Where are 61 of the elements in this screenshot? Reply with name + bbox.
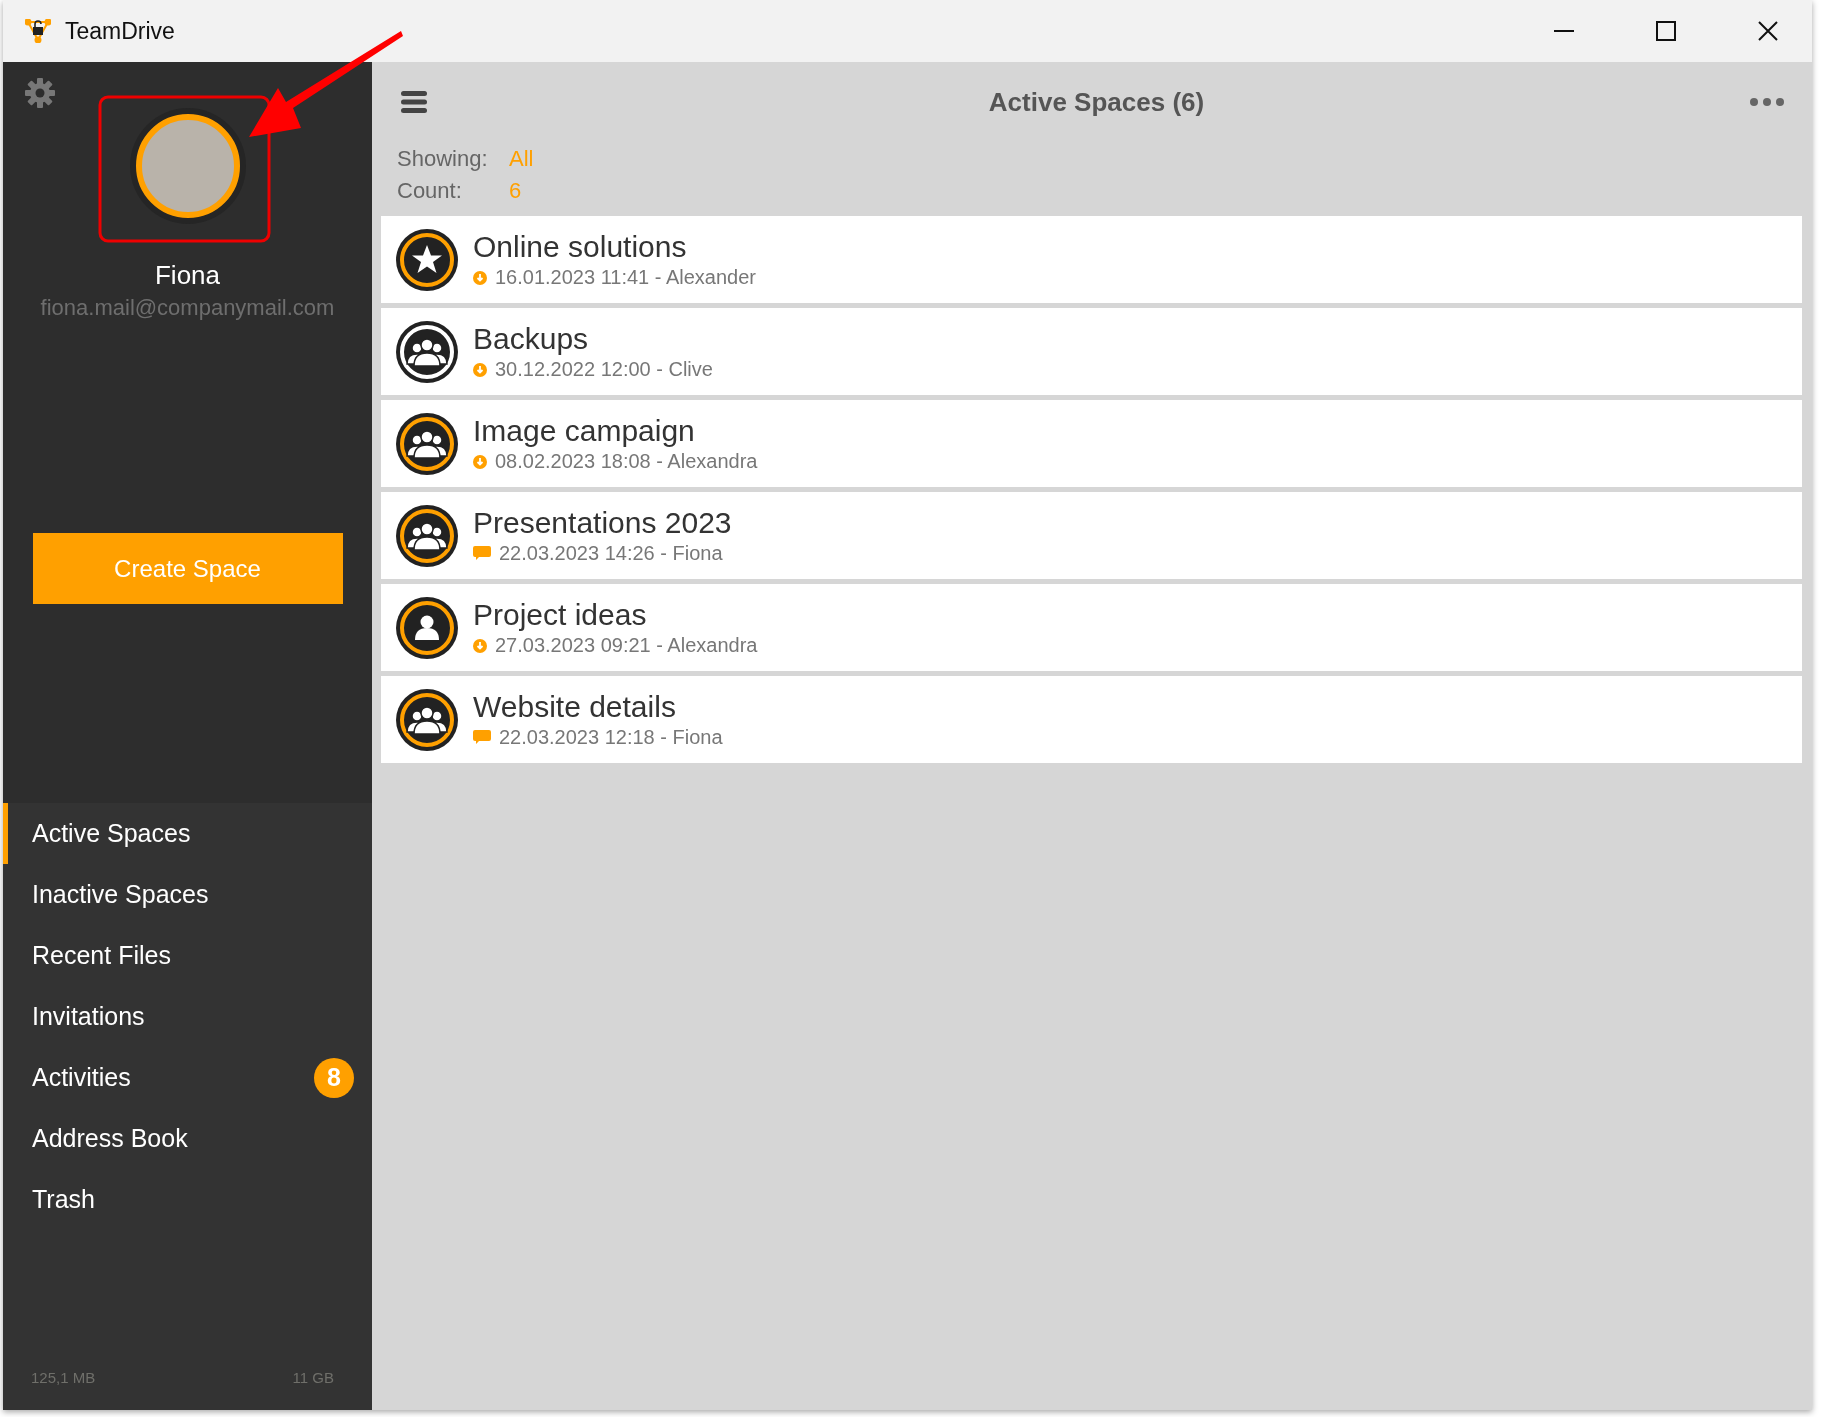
nav-label: Address Book (32, 1124, 188, 1153)
nav-label: Trash (32, 1185, 95, 1214)
nav-label: Recent Files (32, 941, 171, 970)
space-row[interactable]: Website details 22.03.2023 12:18 - Fiona (381, 676, 1802, 763)
nav-label: Invitations (32, 1002, 145, 1031)
space-meta: 08.02.2023 18:08 - Alexandra (495, 450, 758, 473)
space-icon (395, 319, 459, 384)
space-icon (395, 595, 459, 660)
space-meta: 16.01.2023 11:41 - Alexander (495, 266, 756, 289)
showing-label: Showing: (397, 146, 489, 172)
space-name: Website details (473, 690, 677, 724)
download-icon (473, 362, 487, 377)
download-icon (473, 454, 487, 469)
profile-name: Fiona (154, 260, 220, 291)
nav-item[interactable]: Invitations (3, 986, 372, 1047)
space-row[interactable]: Presentations 2023 22.03.2023 14:26 - Fiona (381, 492, 1802, 579)
comment-icon (473, 730, 491, 745)
download-icon (473, 270, 487, 285)
nav-item[interactable]: Address Book (3, 1108, 372, 1169)
space-meta: 22.03.2023 12:18 - Fiona (499, 726, 723, 749)
nav-label: Activities (32, 1063, 131, 1092)
nav-item[interactable]: Inactive Spaces (3, 864, 372, 925)
space-icon (395, 227, 459, 292)
space-name: Presentations 2023 (473, 506, 732, 540)
space-name: Image campaign (473, 414, 696, 448)
count-value: 6 (509, 178, 523, 204)
minimize-icon (1554, 30, 1574, 32)
space-row[interactable]: Image campaign 08.02.2023 18:08 - Alexandra (381, 400, 1802, 487)
storage-total: 11 GB (292, 1369, 334, 1386)
app-logo-icon (25, 19, 51, 43)
nav-item[interactable]: Trash (3, 1169, 372, 1230)
space-name: Online solutions (473, 230, 688, 264)
nav-label: Inactive Spaces (32, 880, 209, 909)
storage-used: 125,1 MB (31, 1369, 96, 1386)
space-meta: 27.03.2023 09:21 - Alexandra (495, 634, 758, 657)
space-name: Backups (473, 322, 590, 356)
menu-icon[interactable] (401, 91, 427, 113)
close-icon (1758, 21, 1778, 41)
space-meta: 22.03.2023 14:26 - Fiona (499, 542, 723, 565)
avatar-photo-placeholder[interactable] (135, 114, 240, 218)
space-meta: 30.12.2022 12:00 - Clive (495, 358, 713, 381)
more-icon[interactable] (1750, 98, 1784, 106)
page-title: Active Spaces (6) (987, 86, 1206, 118)
settings-icon[interactable] (25, 78, 55, 108)
space-row[interactable]: Online solutions 16.01.2023 11:41 - Alexander (381, 216, 1802, 303)
space-row[interactable]: Backups 30.12.2022 12:00 - Clive (381, 308, 1802, 395)
nav-label: Active Spaces (32, 819, 191, 848)
space-icon (395, 411, 459, 476)
nav-item[interactable]: Recent Files (3, 925, 372, 986)
space-icon (395, 503, 459, 568)
count-label: Count: (397, 178, 463, 204)
download-icon (473, 638, 487, 653)
window-title: TeamDrive (65, 17, 176, 45)
space-row[interactable]: Project ideas 27.03.2023 09:21 - Alexandra (381, 584, 1802, 671)
space-icon (395, 687, 459, 752)
nav-item[interactable]: Activities 8 (3, 1047, 372, 1108)
comment-icon (473, 546, 491, 561)
space-name: Project ideas (473, 598, 648, 632)
maximize-icon (1656, 21, 1676, 41)
profile-email: fiona.mail@companymail.com (40, 295, 335, 321)
count-badge: 8 (314, 1057, 354, 1098)
